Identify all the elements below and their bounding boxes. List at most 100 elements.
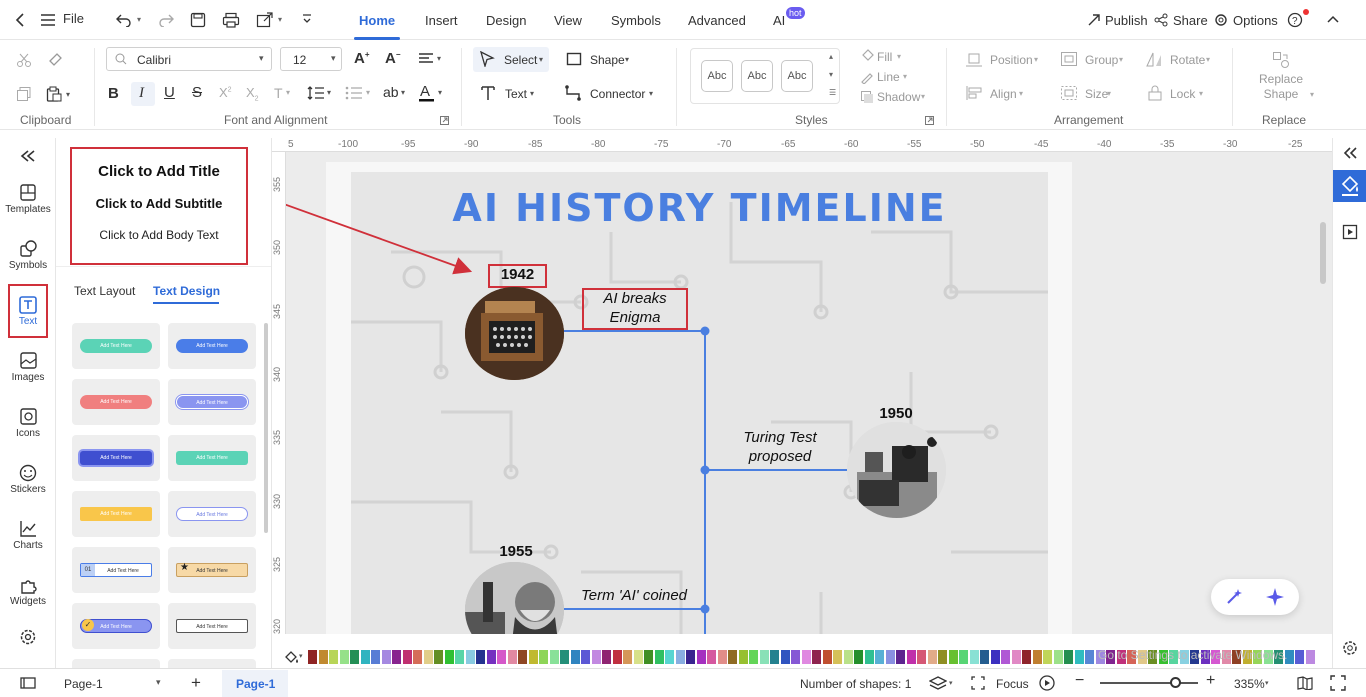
options-button[interactable]: Options xyxy=(1233,13,1278,28)
sidebar-item-charts[interactable]: Charts xyxy=(0,520,56,551)
zoom-slider-track[interactable] xyxy=(1100,682,1198,684)
fill-dropdown-icon[interactable]: ▾ xyxy=(299,652,303,660)
color-swatch[interactable] xyxy=(539,650,548,664)
italic-icon[interactable]: I xyxy=(139,85,144,102)
fill-button[interactable]: Fill xyxy=(877,50,892,64)
color-swatch[interactable] xyxy=(969,650,979,664)
color-swatch[interactable] xyxy=(843,650,853,664)
style-preset-3[interactable]: Abc xyxy=(781,60,813,92)
sidebar-settings-gear-icon[interactable] xyxy=(0,628,56,646)
color-swatch[interactable] xyxy=(812,650,821,664)
color-swatch[interactable] xyxy=(413,650,422,664)
zoom-dropdown-icon[interactable]: ▾ xyxy=(1265,679,1269,687)
styles-dialog-launcher-icon[interactable] xyxy=(925,116,934,125)
style-preset-2[interactable]: Abc xyxy=(741,60,773,92)
text-highlight-icon[interactable]: ab xyxy=(383,84,399,100)
color-swatch[interactable] xyxy=(854,650,863,664)
tab-home[interactable]: Home xyxy=(359,13,395,28)
color-swatch[interactable] xyxy=(833,650,842,664)
connector-tool-button[interactable]: Connector xyxy=(590,87,645,101)
color-swatch[interactable] xyxy=(612,650,622,664)
font-dialog-launcher-icon[interactable] xyxy=(440,116,449,125)
color-swatch[interactable] xyxy=(402,650,412,664)
color-swatch[interactable] xyxy=(1001,650,1010,664)
color-swatch[interactable] xyxy=(927,650,937,664)
add-title-preset[interactable]: Click to Add Title xyxy=(72,163,246,180)
color-swatch[interactable] xyxy=(654,650,664,664)
chevron-down-icon[interactable]: ▾ xyxy=(1310,90,1314,99)
align-dropdown-icon[interactable]: ▾ xyxy=(437,54,441,63)
zoom-slider-handle[interactable] xyxy=(1170,677,1181,688)
color-swatch[interactable] xyxy=(633,650,643,664)
color-swatch[interactable] xyxy=(801,650,811,664)
text-design-card[interactable]: Add Text Here xyxy=(168,435,256,481)
replace-shape-button[interactable]: Replace Shape xyxy=(1259,72,1303,102)
color-swatch[interactable] xyxy=(896,650,905,664)
panel-scrollbar[interactable] xyxy=(264,323,268,533)
color-swatch[interactable] xyxy=(318,650,328,664)
color-swatch[interactable] xyxy=(350,650,359,664)
color-swatch[interactable] xyxy=(1295,650,1304,664)
color-swatch[interactable] xyxy=(686,650,695,664)
color-swatch[interactable] xyxy=(623,650,632,664)
tab-insert[interactable]: Insert xyxy=(425,13,458,28)
add-subtitle-preset[interactable]: Click to Add Subtitle xyxy=(72,196,246,211)
line-spacing-icon[interactable] xyxy=(307,86,325,100)
color-swatch[interactable] xyxy=(444,650,454,664)
color-swatch[interactable] xyxy=(1053,650,1063,664)
vertical-scrollbar[interactable] xyxy=(1320,222,1326,284)
color-swatch[interactable] xyxy=(434,650,443,664)
layers-dropdown-icon[interactable]: ▾ xyxy=(949,679,953,687)
more-icon[interactable] xyxy=(301,13,313,25)
text-design-card[interactable]: Add Text Here ✓ xyxy=(72,603,160,649)
event-label[interactable]: Turing Test proposed xyxy=(721,428,839,466)
color-swatch[interactable] xyxy=(938,650,947,664)
color-swatch[interactable] xyxy=(959,650,968,664)
ai-sparkle-icon[interactable] xyxy=(1265,587,1285,607)
color-swatch[interactable] xyxy=(423,650,433,664)
color-swatch[interactable] xyxy=(392,650,401,664)
turing-photo[interactable] xyxy=(847,422,946,518)
chevron-down-icon[interactable]: ▾ xyxy=(903,72,907,81)
position-button[interactable]: Position xyxy=(990,53,1033,67)
copy-icon[interactable] xyxy=(16,86,32,102)
color-swatch[interactable] xyxy=(728,650,737,664)
highlight-dropdown-icon[interactable]: ▾ xyxy=(401,88,405,97)
subscript-icon[interactable]: X2 xyxy=(246,85,259,103)
bold-icon[interactable]: B xyxy=(108,85,119,102)
color-swatch[interactable] xyxy=(1064,650,1073,664)
color-swatch[interactable] xyxy=(917,650,926,664)
undo-dropdown-icon[interactable]: ▾ xyxy=(137,15,141,24)
color-swatch[interactable] xyxy=(875,650,884,664)
color-swatch[interactable] xyxy=(476,650,485,664)
color-swatch[interactable] xyxy=(749,650,758,664)
sidebar-item-icons[interactable]: Icons xyxy=(0,408,56,439)
ai-magic-wand-icon[interactable] xyxy=(1225,588,1243,606)
color-swatch[interactable] xyxy=(906,650,916,664)
sidebar-item-templates[interactable]: Templates xyxy=(0,184,56,215)
text-design-card[interactable] xyxy=(72,659,160,668)
color-swatch[interactable] xyxy=(339,650,349,664)
color-swatch[interactable] xyxy=(308,650,317,664)
styles-scroll-down-icon[interactable]: ▾ xyxy=(829,70,833,79)
color-swatch[interactable] xyxy=(465,650,475,664)
color-swatch[interactable] xyxy=(602,650,611,664)
styles-scroll-up-icon[interactable]: ▴ xyxy=(829,52,833,61)
line-spacing-dropdown-icon[interactable]: ▾ xyxy=(327,88,331,97)
save-icon[interactable] xyxy=(190,12,206,28)
chevron-down-icon[interactable]: ▾ xyxy=(539,55,543,64)
settings-gear-icon[interactable] xyxy=(1342,640,1358,656)
text-design-card[interactable]: Add Text Here xyxy=(72,491,160,537)
chevron-down-icon[interactable]: ▾ xyxy=(1206,55,1210,64)
event-year[interactable]: 1942 xyxy=(488,266,547,283)
text-tool-button[interactable]: Text xyxy=(505,87,527,101)
color-swatch[interactable] xyxy=(717,650,727,664)
color-swatch[interactable] xyxy=(1305,650,1315,664)
cut-icon[interactable] xyxy=(16,52,32,68)
layers-icon[interactable] xyxy=(929,675,947,691)
strikethrough-icon[interactable]: S xyxy=(192,84,202,101)
focus-button[interactable]: Focus xyxy=(996,677,1029,691)
tab-symbols[interactable]: Symbols xyxy=(611,13,661,28)
bullets-icon[interactable] xyxy=(345,86,363,100)
color-swatch[interactable] xyxy=(770,650,779,664)
